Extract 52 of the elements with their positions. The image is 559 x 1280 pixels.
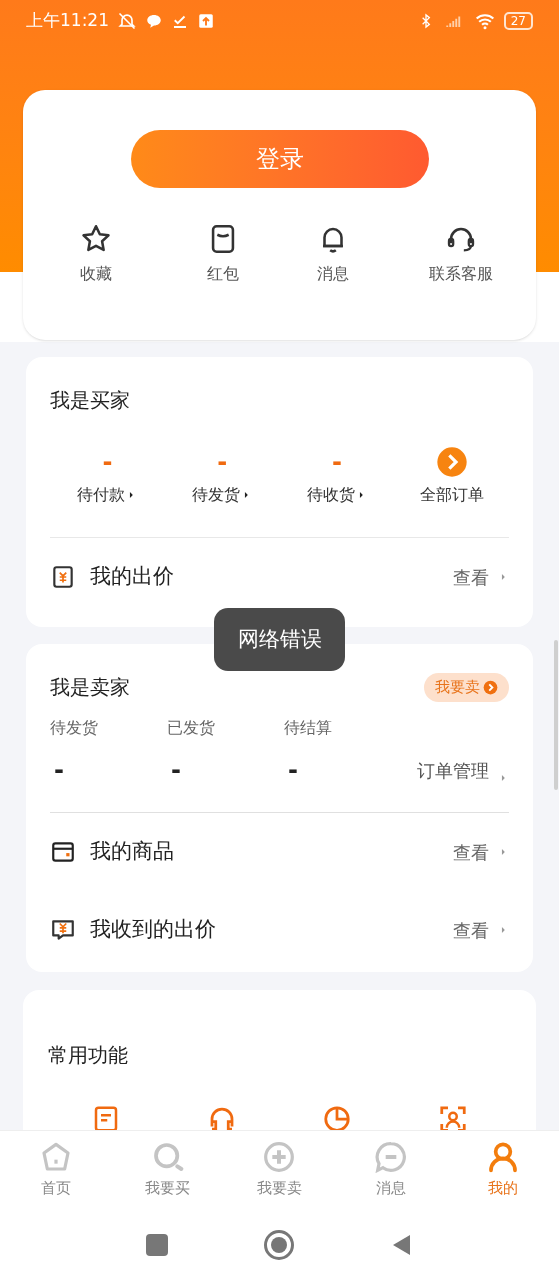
- view-link[interactable]: 查看: [453, 563, 489, 591]
- section-title: 常用功能: [48, 1042, 129, 1069]
- home-icon: [39, 1141, 72, 1174]
- plus-circle-icon: [263, 1141, 296, 1174]
- home-button[interactable]: [263, 1230, 294, 1260]
- tab[interactable]: 我要卖: [223, 1131, 336, 1210]
- wifi-icon: [473, 11, 496, 31]
- chat-icon: [375, 1141, 408, 1174]
- price-tag-icon: [50, 564, 76, 590]
- chat-bubble-icon: [145, 12, 163, 30]
- shortcut-label[interactable]: 收藏: [79, 262, 112, 286]
- order-manage-link[interactable]: 订单管理: [417, 757, 489, 784]
- status-time: 上午11:21: [26, 9, 109, 33]
- row-label[interactable]: 我的商品: [90, 836, 174, 868]
- battery-indicator: 27: [503, 12, 533, 30]
- user-icon: [487, 1141, 520, 1174]
- recents-button[interactable]: [145, 1234, 168, 1256]
- stat-label: 待发货: [50, 717, 99, 739]
- order-count: -: [331, 447, 342, 478]
- order-status-link[interactable]: 全部订单: [419, 483, 484, 507]
- stat-value: -: [288, 755, 299, 786]
- view-link[interactable]: 查看: [453, 916, 489, 944]
- bell-off-icon: [117, 11, 137, 31]
- shortcut-label[interactable]: 联系客服: [428, 262, 493, 286]
- wallet-icon: [50, 839, 76, 865]
- upload-icon: [197, 12, 215, 30]
- order-status-link[interactable]: 待收货: [306, 483, 355, 507]
- stat-label: 已发货: [167, 717, 216, 739]
- arrow-right-icon: [435, 446, 468, 478]
- section-title: 我是卖家: [50, 674, 130, 701]
- price-chat-icon: [50, 917, 76, 943]
- row-label[interactable]: 我收到的出价: [90, 914, 216, 946]
- section-title: 我是买家: [50, 387, 131, 414]
- stat-value: -: [171, 755, 182, 786]
- stat-label: 待结算: [284, 717, 333, 739]
- face-scan-icon: [438, 1104, 469, 1130]
- order-count: -: [102, 447, 113, 478]
- order-count: -: [217, 447, 228, 478]
- view-link[interactable]: 查看: [453, 838, 489, 866]
- order-status-link[interactable]: 待付款: [77, 483, 126, 507]
- arrow-right-icon: [483, 679, 498, 695]
- order-status-link[interactable]: 待发货: [192, 483, 241, 507]
- pie-chart-icon: [322, 1104, 353, 1130]
- shortcut-label[interactable]: 红包: [207, 262, 239, 286]
- search-icon: [151, 1141, 184, 1174]
- row-label[interactable]: 我的出价: [90, 561, 174, 593]
- stat-value: -: [54, 755, 65, 786]
- tab[interactable]: 我要买: [111, 1131, 224, 1210]
- shortcut-label[interactable]: 消息: [317, 262, 349, 286]
- tab[interactable]: 首页: [0, 1131, 112, 1210]
- toast-message: 网络错误: [214, 608, 345, 671]
- tab[interactable]: 消息: [335, 1131, 448, 1210]
